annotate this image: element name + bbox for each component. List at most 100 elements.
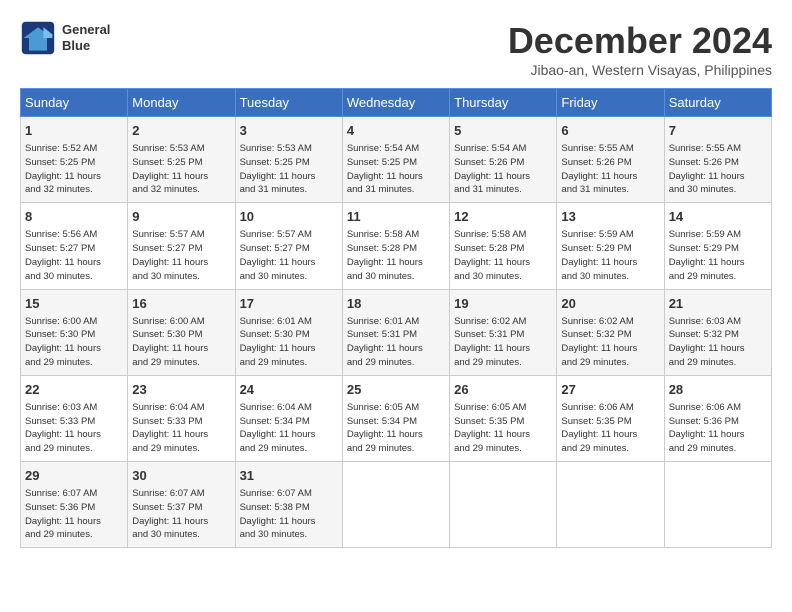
table-row [557, 462, 664, 548]
day-info: Sunrise: 6:07 AM Sunset: 5:38 PM Dayligh… [240, 487, 338, 542]
table-row: 15 Sunrise: 6:00 AM Sunset: 5:30 PM Dayli… [21, 289, 128, 375]
table-row: 3 Sunrise: 5:53 AM Sunset: 5:25 PM Daylig… [235, 117, 342, 203]
day-info: Sunrise: 6:05 AM Sunset: 5:35 PM Dayligh… [454, 401, 552, 456]
header-tuesday: Tuesday [235, 89, 342, 117]
day-info: Sunrise: 6:06 AM Sunset: 5:35 PM Dayligh… [561, 401, 659, 456]
table-row: 21 Sunrise: 6:03 AM Sunset: 5:32 PM Dayli… [664, 289, 771, 375]
table-row: 6 Sunrise: 5:55 AM Sunset: 5:26 PM Daylig… [557, 117, 664, 203]
page-header: General Blue December 2024 Jibao-an, Wes… [20, 20, 772, 78]
day-info: Sunrise: 5:57 AM Sunset: 5:27 PM Dayligh… [132, 228, 230, 283]
day-number: 8 [25, 208, 123, 226]
calendar-subtitle: Jibao-an, Western Visayas, Philippines [508, 62, 772, 78]
day-number: 11 [347, 208, 445, 226]
table-row: 7 Sunrise: 5:55 AM Sunset: 5:26 PM Daylig… [664, 117, 771, 203]
header-thursday: Thursday [450, 89, 557, 117]
day-number: 1 [25, 122, 123, 140]
day-number: 28 [669, 381, 767, 399]
table-row: 11Sunrise: 5:58 AM Sunset: 5:28 PM Dayli… [342, 203, 449, 289]
table-row [342, 462, 449, 548]
calendar-week-2: 8Sunrise: 5:56 AM Sunset: 5:27 PM Daylig… [21, 203, 772, 289]
table-row: 30 Sunrise: 6:07 AM Sunset: 5:37 PM Dayli… [128, 462, 235, 548]
day-number: 16 [132, 295, 230, 313]
logo-line2: Blue [62, 38, 110, 54]
day-info: Sunrise: 6:03 AM Sunset: 5:33 PM Dayligh… [25, 401, 123, 456]
day-number: 22 [25, 381, 123, 399]
day-number: 24 [240, 381, 338, 399]
day-number: 15 [25, 295, 123, 313]
table-row: 29 Sunrise: 6:07 AM Sunset: 5:36 PM Dayli… [21, 462, 128, 548]
table-row: 13Sunrise: 5:59 AM Sunset: 5:29 PM Dayli… [557, 203, 664, 289]
table-row: 2 Sunrise: 5:53 AM Sunset: 5:25 PM Daylig… [128, 117, 235, 203]
table-row: 4Sunrise: 5:54 AM Sunset: 5:25 PM Daylig… [342, 117, 449, 203]
table-row: 12 Sunrise: 5:58 AM Sunset: 5:28 PM Dayli… [450, 203, 557, 289]
day-number: 20 [561, 295, 659, 313]
day-number: 5 [454, 122, 552, 140]
logo-text: General Blue [62, 22, 110, 53]
day-number: 14 [669, 208, 767, 226]
table-row: 28 Sunrise: 6:06 AM Sunset: 5:36 PM Dayli… [664, 375, 771, 461]
day-number: 30 [132, 467, 230, 485]
day-info: Sunrise: 6:00 AM Sunset: 5:30 PM Dayligh… [25, 315, 123, 370]
table-row: 26 Sunrise: 6:05 AM Sunset: 5:35 PM Dayli… [450, 375, 557, 461]
day-info: Sunrise: 5:57 AM Sunset: 5:27 PM Dayligh… [240, 228, 338, 283]
table-row: 20Sunrise: 6:02 AM Sunset: 5:32 PM Dayli… [557, 289, 664, 375]
day-number: 31 [240, 467, 338, 485]
day-info: Sunrise: 6:01 AM Sunset: 5:30 PM Dayligh… [240, 315, 338, 370]
day-info: Sunrise: 6:07 AM Sunset: 5:37 PM Dayligh… [132, 487, 230, 542]
table-row: 24Sunrise: 6:04 AM Sunset: 5:34 PM Dayli… [235, 375, 342, 461]
header-wednesday: Wednesday [342, 89, 449, 117]
day-info: Sunrise: 5:54 AM Sunset: 5:26 PM Dayligh… [454, 142, 552, 197]
day-number: 21 [669, 295, 767, 313]
day-info: Sunrise: 5:59 AM Sunset: 5:29 PM Dayligh… [669, 228, 767, 283]
table-row: 10Sunrise: 5:57 AM Sunset: 5:27 PM Dayli… [235, 203, 342, 289]
day-info: Sunrise: 5:53 AM Sunset: 5:25 PM Dayligh… [240, 142, 338, 197]
day-info: Sunrise: 6:02 AM Sunset: 5:31 PM Dayligh… [454, 315, 552, 370]
day-info: Sunrise: 6:00 AM Sunset: 5:30 PM Dayligh… [132, 315, 230, 370]
day-info: Sunrise: 6:07 AM Sunset: 5:36 PM Dayligh… [25, 487, 123, 542]
day-number: 9 [132, 208, 230, 226]
calendar-table: Sunday Monday Tuesday Wednesday Thursday… [20, 88, 772, 548]
day-info: Sunrise: 5:52 AM Sunset: 5:25 PM Dayligh… [25, 142, 123, 197]
table-row [664, 462, 771, 548]
logo-icon [20, 20, 56, 56]
table-row: 18Sunrise: 6:01 AM Sunset: 5:31 PM Dayli… [342, 289, 449, 375]
day-info: Sunrise: 5:59 AM Sunset: 5:29 PM Dayligh… [561, 228, 659, 283]
header-saturday: Saturday [664, 89, 771, 117]
table-row: 16 Sunrise: 6:00 AM Sunset: 5:30 PM Dayli… [128, 289, 235, 375]
table-row: 8Sunrise: 5:56 AM Sunset: 5:27 PM Daylig… [21, 203, 128, 289]
table-row: 27Sunrise: 6:06 AM Sunset: 5:35 PM Dayli… [557, 375, 664, 461]
day-number: 17 [240, 295, 338, 313]
header-friday: Friday [557, 89, 664, 117]
logo-line1: General [62, 22, 110, 38]
day-number: 12 [454, 208, 552, 226]
calendar-week-1: 1 Sunrise: 5:52 AM Sunset: 5:25 PM Daylig… [21, 117, 772, 203]
table-row: 17 Sunrise: 6:01 AM Sunset: 5:30 PM Dayli… [235, 289, 342, 375]
day-info: Sunrise: 5:55 AM Sunset: 5:26 PM Dayligh… [561, 142, 659, 197]
day-info: Sunrise: 6:03 AM Sunset: 5:32 PM Dayligh… [669, 315, 767, 370]
day-number: 4 [347, 122, 445, 140]
calendar-week-5: 29 Sunrise: 6:07 AM Sunset: 5:36 PM Dayli… [21, 462, 772, 548]
day-number: 6 [561, 122, 659, 140]
calendar-title: December 2024 [508, 20, 772, 62]
table-row: 19 Sunrise: 6:02 AM Sunset: 5:31 PM Dayli… [450, 289, 557, 375]
header-sunday: Sunday [21, 89, 128, 117]
day-number: 2 [132, 122, 230, 140]
day-number: 29 [25, 467, 123, 485]
header-row: Sunday Monday Tuesday Wednesday Thursday… [21, 89, 772, 117]
day-info: Sunrise: 6:01 AM Sunset: 5:31 PM Dayligh… [347, 315, 445, 370]
table-row: 14 Sunrise: 5:59 AM Sunset: 5:29 PM Dayli… [664, 203, 771, 289]
day-info: Sunrise: 5:55 AM Sunset: 5:26 PM Dayligh… [669, 142, 767, 197]
day-number: 3 [240, 122, 338, 140]
day-number: 7 [669, 122, 767, 140]
table-row: 5 Sunrise: 5:54 AM Sunset: 5:26 PM Daylig… [450, 117, 557, 203]
day-info: Sunrise: 5:53 AM Sunset: 5:25 PM Dayligh… [132, 142, 230, 197]
day-info: Sunrise: 5:58 AM Sunset: 5:28 PM Dayligh… [454, 228, 552, 283]
day-number: 23 [132, 381, 230, 399]
header-monday: Monday [128, 89, 235, 117]
day-number: 19 [454, 295, 552, 313]
title-area: December 2024 Jibao-an, Western Visayas,… [508, 20, 772, 78]
day-info: Sunrise: 6:04 AM Sunset: 5:33 PM Dayligh… [132, 401, 230, 456]
day-number: 26 [454, 381, 552, 399]
table-row: 9 Sunrise: 5:57 AM Sunset: 5:27 PM Daylig… [128, 203, 235, 289]
day-info: Sunrise: 6:06 AM Sunset: 5:36 PM Dayligh… [669, 401, 767, 456]
